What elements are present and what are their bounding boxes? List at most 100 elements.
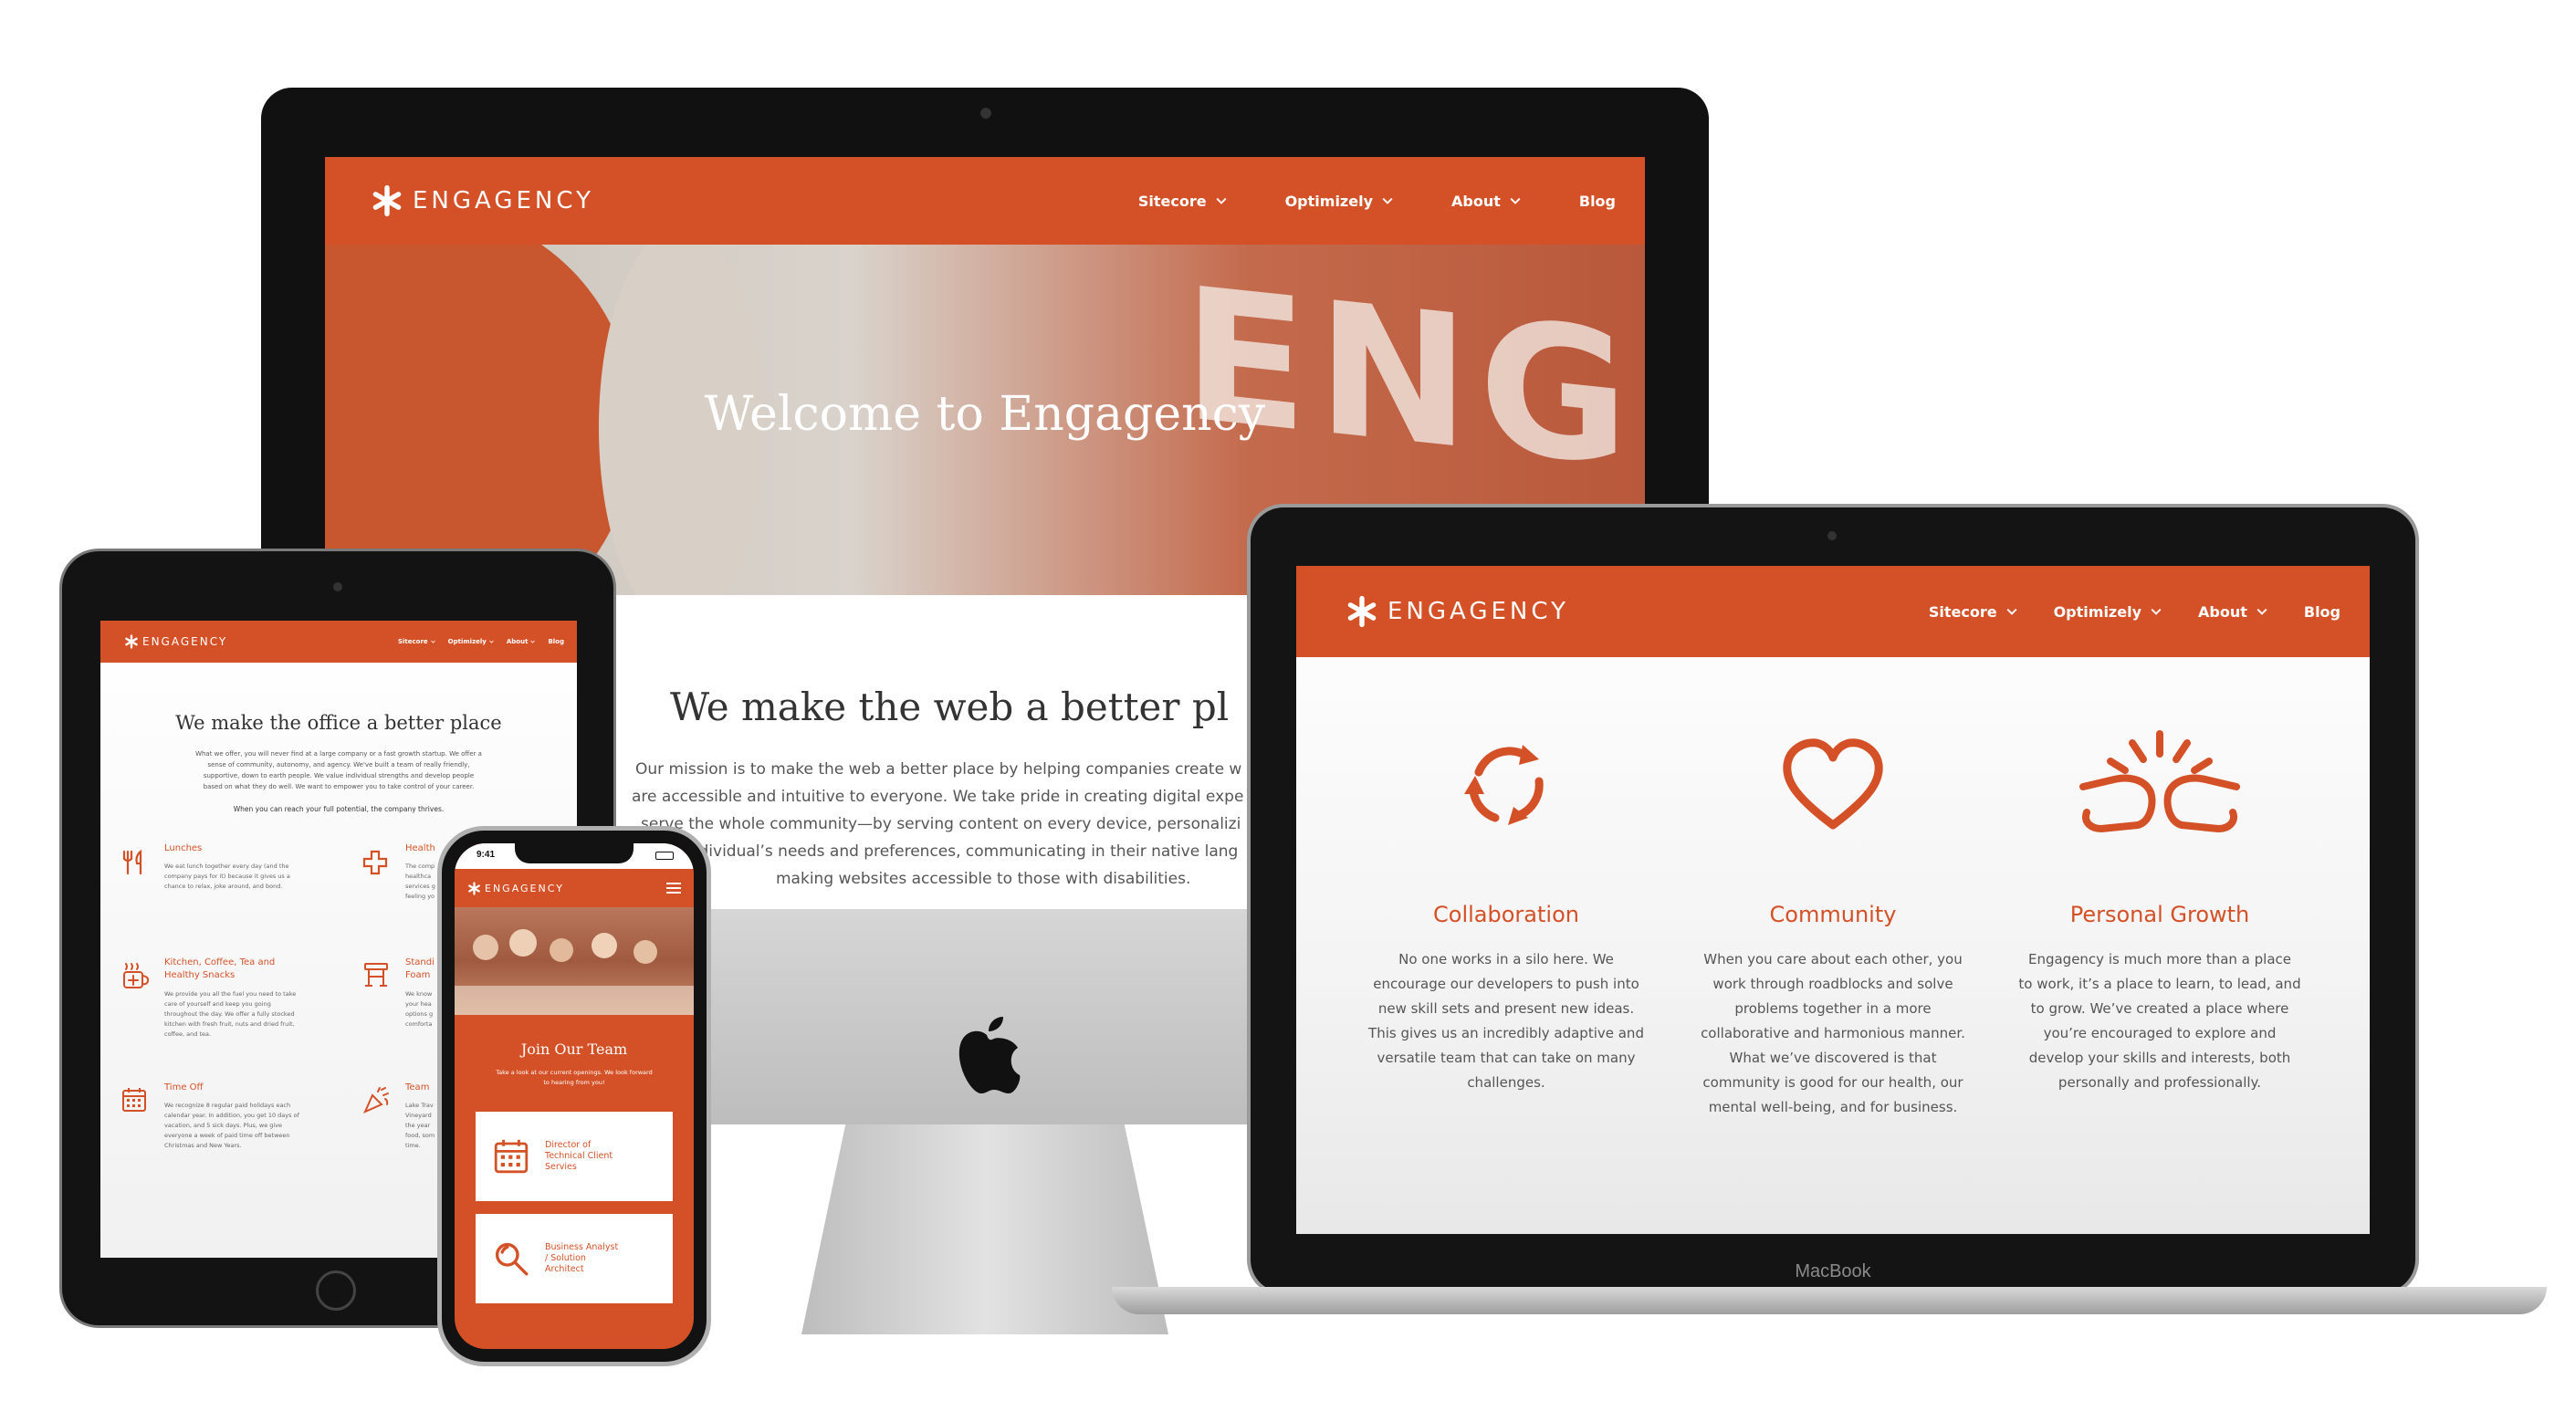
- laptop-device: ENGAGENCY Sitecore Optimizely About Blog: [1112, 507, 2547, 1322]
- magnifier-icon: [495, 1242, 529, 1276]
- health-cross-icon: [362, 850, 388, 875]
- imac-logo[interactable]: ENGAGENCY: [371, 184, 594, 217]
- logo-asterisk-icon: [371, 184, 403, 217]
- tablet-nav-menu: Sitecore Optimizely About Blog: [398, 638, 564, 645]
- tablet-intro: What we offer, you will never find at a …: [195, 750, 482, 790]
- phone-screen: 9:41 ENGAGENCY Join Our Team Take a look…: [455, 843, 694, 1349]
- laptop-logo[interactable]: ENGAGENCY: [1346, 595, 1569, 628]
- chevron-down-icon: [2151, 608, 2162, 615]
- tablet-tagline: When you can reach your full potential, …: [233, 805, 445, 813]
- feature-title: Community: [1769, 902, 1897, 927]
- chevron-down-icon: [1382, 197, 1393, 204]
- nav-item-sitecore[interactable]: Sitecore: [1138, 193, 1227, 210]
- party-popper-icon: [363, 1087, 389, 1114]
- benefit-desc: Lake Trav Vineyard the year food, som ti…: [405, 1102, 435, 1149]
- feature-personal-growth: Personal Growth Engagency is much more t…: [2014, 730, 2306, 1095]
- join-team-text: Take a look at our current openings. We …: [496, 1069, 653, 1086]
- hamburger-menu-icon[interactable]: [666, 883, 681, 894]
- team-photo: [455, 907, 694, 1015]
- chevron-down-icon: [530, 640, 535, 643]
- tablet-title: We make the office a better place: [175, 712, 502, 734]
- logo-text: ENGAGENCY: [413, 187, 594, 214]
- feature-text: No one works in a silo here. We encourag…: [1368, 951, 1644, 1091]
- benefit-title: Kitchen, Coffee, Tea and Healthy Snacks: [164, 957, 276, 980]
- tablet-home-button[interactable]: [316, 1270, 356, 1311]
- laptop-base: [1112, 1287, 2547, 1314]
- benefit-desc: The comp healthca services g feeling yo: [405, 863, 435, 900]
- benefit-desc: We recognize 8 regular paid holidays eac…: [164, 1102, 299, 1149]
- job-card[interactable]: Director of Technical Client Servies: [476, 1112, 673, 1201]
- phone-time: 9:41: [476, 850, 496, 860]
- nav-item-optimizely[interactable]: Optimizely: [448, 638, 494, 645]
- logo-asterisk-icon: [467, 882, 481, 895]
- benefit-title: Standi Foam: [405, 957, 435, 980]
- nav-item-blog[interactable]: Blog: [548, 638, 564, 645]
- laptop-screen: ENGAGENCY Sitecore Optimizely About Blog: [1296, 566, 2370, 1234]
- feature-title: Collaboration: [1433, 902, 1579, 927]
- benefit-desc: We know your hea options g comforta: [405, 990, 434, 1028]
- job-card[interactable]: Business Analyst / Solution Architect: [476, 1214, 673, 1303]
- tablet-logo[interactable]: ENGAGENCY: [124, 634, 227, 649]
- chevron-down-icon: [1216, 197, 1227, 204]
- feature-title: Personal Growth: [2069, 902, 2250, 927]
- heart-icon: [1783, 738, 1883, 830]
- phone-logo[interactable]: ENGAGENCY: [467, 882, 564, 895]
- calendar-icon: [122, 1088, 146, 1112]
- tablet-camera: [333, 582, 342, 591]
- nav-item-sitecore[interactable]: Sitecore: [1929, 603, 2017, 621]
- benefit-title: Time Off: [164, 1082, 204, 1093]
- feature-collaboration: Collaboration No one works in a silo her…: [1360, 730, 1652, 1095]
- chevron-down-icon: [2257, 608, 2267, 615]
- apple-logo-icon: [958, 1017, 1021, 1093]
- join-team-title: Join Our Team: [520, 1040, 628, 1058]
- laptop-camera: [1827, 531, 1837, 540]
- imac-navbar: ENGAGENCY Sitecore Optimizely About Blog: [325, 157, 1645, 245]
- standing-desk-icon: [364, 963, 388, 987]
- logo-text: ENGAGENCY: [485, 882, 564, 894]
- phone-device: 9:41 ENGAGENCY Join Our Team Take a look…: [442, 831, 707, 1362]
- collaboration-icon: [1464, 745, 1544, 825]
- section-title: We make the web a better pl: [670, 685, 1230, 729]
- phone-notch: [515, 843, 634, 863]
- logo-text: ENGAGENCY: [142, 635, 228, 648]
- benefit-title: Team: [405, 1082, 430, 1093]
- logo-asterisk-icon: [124, 634, 139, 649]
- nav-item-optimizely[interactable]: Optimizely: [2054, 603, 2162, 621]
- laptop-nav-menu: Sitecore Optimizely About Blog: [1929, 603, 2340, 621]
- chevron-down-icon: [1510, 197, 1521, 204]
- imac-stand: [801, 1124, 1168, 1334]
- hero-title: Welcome to Engagency: [704, 387, 1266, 442]
- nav-item-optimizely[interactable]: Optimizely: [1285, 193, 1393, 210]
- benefit-title: Lunches: [164, 843, 203, 853]
- nav-item-blog[interactable]: Blog: [1579, 193, 1616, 210]
- tablet-navbar: ENGAGENCY Sitecore Optimizely About Blog: [100, 621, 577, 663]
- imac-camera: [980, 108, 991, 119]
- phone-navbar: ENGAGENCY: [455, 869, 694, 907]
- feature-community: Community When you care about each other…: [1687, 730, 1979, 1120]
- feature-text: When you care about each other, you work…: [1701, 951, 1965, 1115]
- nav-item-about[interactable]: About: [2198, 603, 2267, 621]
- benefit-desc: We eat lunch together every day (and the…: [164, 863, 290, 890]
- laptop-navbar: ENGAGENCY Sitecore Optimizely About Blog: [1296, 566, 2370, 657]
- nav-item-about[interactable]: About: [1451, 193, 1521, 210]
- benefit-desc: We provide you all the fuel you need to …: [164, 990, 297, 1038]
- fist-bump-icon: [2079, 730, 2240, 832]
- feature-text: Engagency is much more than a place to w…: [2018, 951, 2301, 1091]
- job-title: Director of Technical Client Servies: [545, 1140, 613, 1172]
- utensils-icon: [122, 849, 142, 875]
- nav-item-about[interactable]: About: [507, 638, 536, 645]
- calendar-icon: [494, 1139, 529, 1174]
- chevron-down-icon: [2006, 608, 2017, 615]
- benefit-title: Health: [405, 843, 435, 853]
- battery-icon: [655, 852, 674, 860]
- chevron-down-icon: [489, 640, 494, 643]
- coffee-icon: [123, 963, 150, 988]
- logo-text: ENGAGENCY: [1387, 598, 1569, 625]
- logo-asterisk-icon: [1346, 595, 1378, 628]
- job-title: Business Analyst / Solution Architect: [545, 1242, 619, 1274]
- laptop-brand-label: MacBook: [1795, 1261, 1871, 1281]
- imac-nav-menu: Sitecore Optimizely About Blog: [1138, 193, 1616, 210]
- phone-status-bar: 9:41: [455, 843, 694, 869]
- nav-item-blog[interactable]: Blog: [2304, 603, 2340, 621]
- nav-item-sitecore[interactable]: Sitecore: [398, 638, 435, 645]
